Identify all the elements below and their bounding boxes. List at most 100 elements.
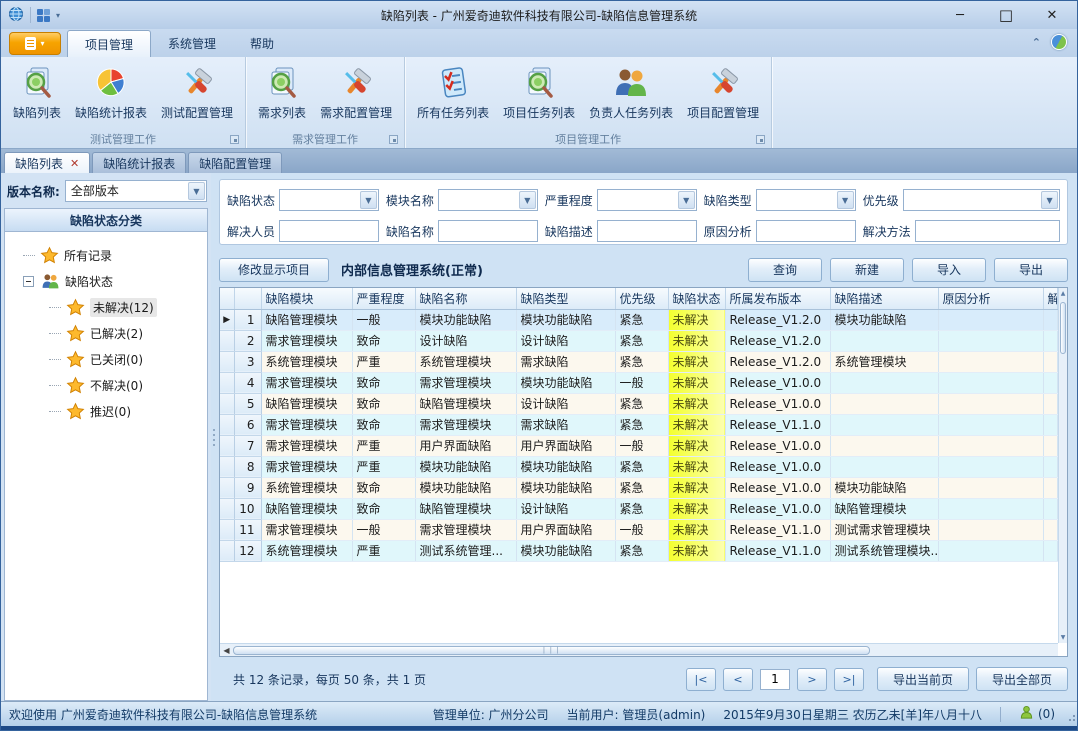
cell-8[interactable] bbox=[938, 351, 1043, 372]
cell-0[interactable]: 系统管理模块 bbox=[261, 351, 352, 372]
cell-5[interactable]: 未解决 bbox=[668, 393, 725, 414]
ribbon-button-project-tasks-list[interactable]: 项目任务列表 bbox=[496, 61, 582, 123]
filter-defect-type-combo[interactable]: ▼ bbox=[756, 189, 856, 211]
modify-display-items-button[interactable]: 修改显示项目 bbox=[219, 258, 329, 282]
ribbon-tab-help[interactable]: 帮助 bbox=[233, 30, 291, 57]
ribbon-button-defect-stats-report[interactable]: 缺陷统计报表 bbox=[68, 61, 154, 123]
cell-2[interactable]: 系统管理模块 bbox=[415, 351, 516, 372]
cell-3[interactable]: 用户界面缺陷 bbox=[516, 435, 615, 456]
cell-3[interactable]: 模块功能缺陷 bbox=[516, 372, 615, 393]
cell-1[interactable]: 一般 bbox=[352, 519, 415, 540]
table-row[interactable]: 6需求管理模块致命需求管理模块需求缺陷紧急未解决Release_V1.1.0 bbox=[220, 414, 1058, 435]
cell-8[interactable] bbox=[938, 540, 1043, 561]
cell-8[interactable] bbox=[938, 309, 1043, 330]
ribbon-button-test-config-mgmt[interactable]: 测试配置管理 bbox=[154, 61, 240, 123]
export-button[interactable]: 导出 bbox=[994, 258, 1068, 282]
cell-4[interactable]: 紧急 bbox=[615, 540, 668, 561]
cell-5[interactable]: 未解决 bbox=[668, 435, 725, 456]
cell-2[interactable]: 缺陷管理模块 bbox=[415, 498, 516, 519]
cell-8[interactable] bbox=[938, 414, 1043, 435]
help-icon[interactable] bbox=[1051, 34, 1067, 50]
cell-5[interactable]: 未解决 bbox=[668, 498, 725, 519]
table-row[interactable]: 5缺陷管理模块致命缺陷管理模块设计缺陷紧急未解决Release_V1.0.0 bbox=[220, 393, 1058, 414]
column-header-8[interactable]: 原因分析 bbox=[938, 288, 1043, 309]
filter-priority-value[interactable] bbox=[904, 190, 1059, 210]
cell-6[interactable]: Release_V1.0.0 bbox=[725, 498, 830, 519]
cell-1[interactable]: 严重 bbox=[352, 351, 415, 372]
cell-2[interactable]: 缺陷管理模块 bbox=[415, 393, 516, 414]
version-combo[interactable]: 全部版本 ▼ bbox=[65, 180, 207, 202]
cell-5[interactable]: 未解决 bbox=[668, 309, 725, 330]
column-header-2[interactable]: 缺陷名称 bbox=[415, 288, 516, 309]
doc-tab-defect-list[interactable]: 缺陷列表✕ bbox=[4, 152, 90, 173]
cell-4[interactable]: 紧急 bbox=[615, 309, 668, 330]
page-prev-button[interactable]: < bbox=[723, 668, 753, 691]
filter-resolver-value[interactable] bbox=[280, 221, 378, 241]
cell-2[interactable]: 测试系统管理... bbox=[415, 540, 516, 561]
cell-6[interactable]: Release_V1.0.0 bbox=[725, 393, 830, 414]
table-row[interactable]: 7需求管理模块严重用户界面缺陷用户界面缺陷一般未解决Release_V1.0.0 bbox=[220, 435, 1058, 456]
cell-0[interactable]: 需求管理模块 bbox=[261, 435, 352, 456]
cell-6[interactable]: Release_V1.0.0 bbox=[725, 372, 830, 393]
tree-item-unresolved[interactable]: 未解决(12) bbox=[5, 294, 207, 320]
cell-7[interactable]: 缺陷管理模块 bbox=[830, 498, 938, 519]
cell-3[interactable]: 设计缺陷 bbox=[516, 498, 615, 519]
collapse-ribbon-icon[interactable]: ⌃ bbox=[1032, 36, 1041, 49]
cell-8[interactable] bbox=[938, 519, 1043, 540]
column-header-9[interactable]: 解决方法 bbox=[1043, 288, 1058, 309]
cell-1[interactable]: 致命 bbox=[352, 393, 415, 414]
cell-3[interactable]: 模块功能缺陷 bbox=[516, 540, 615, 561]
table-row[interactable]: 3系统管理模块严重系统管理模块需求缺陷紧急未解决Release_V1.2.0系统… bbox=[220, 351, 1058, 372]
cell-8[interactable] bbox=[938, 372, 1043, 393]
cell-9[interactable] bbox=[1043, 414, 1058, 435]
column-header-1[interactable]: 严重程度 bbox=[352, 288, 415, 309]
cell-8[interactable] bbox=[938, 393, 1043, 414]
cell-7[interactable] bbox=[830, 372, 938, 393]
query-button[interactable]: 查询 bbox=[748, 258, 822, 282]
cell-0[interactable]: 需求管理模块 bbox=[261, 456, 352, 477]
filter-priority-combo[interactable]: ▼ bbox=[903, 189, 1060, 211]
horizontal-scrollbar[interactable]: ◀ ❘❘❘ bbox=[220, 643, 1058, 656]
cell-6[interactable]: Release_V1.0.0 bbox=[725, 477, 830, 498]
filter-solution-input[interactable] bbox=[915, 220, 1060, 242]
doc-tab-defect-stats-report[interactable]: 缺陷统计报表 bbox=[92, 152, 186, 173]
dialog-launcher-icon[interactable] bbox=[756, 135, 765, 144]
cell-6[interactable]: Release_V1.0.0 bbox=[725, 456, 830, 477]
cell-1[interactable]: 致命 bbox=[352, 372, 415, 393]
chevron-down-icon[interactable]: ▼ bbox=[519, 191, 536, 209]
cell-5[interactable]: 未解决 bbox=[668, 372, 725, 393]
cell-4[interactable]: 紧急 bbox=[615, 330, 668, 351]
tree-item-wont-fix[interactable]: 不解决(0) bbox=[5, 372, 207, 398]
cell-5[interactable]: 未解决 bbox=[668, 351, 725, 372]
ribbon-button-requirement-list[interactable]: 需求列表 bbox=[251, 61, 313, 123]
cell-3[interactable]: 需求缺陷 bbox=[516, 351, 615, 372]
cell-1[interactable]: 一般 bbox=[352, 309, 415, 330]
cell-5[interactable]: 未解决 bbox=[668, 456, 725, 477]
cell-2[interactable]: 需求管理模块 bbox=[415, 372, 516, 393]
table-row[interactable]: 8需求管理模块严重模块功能缺陷模块功能缺陷紧急未解决Release_V1.0.0 bbox=[220, 456, 1058, 477]
tree-item-all-records[interactable]: 所有记录 bbox=[5, 242, 207, 268]
cell-4[interactable]: 紧急 bbox=[615, 456, 668, 477]
dialog-launcher-icon[interactable] bbox=[389, 135, 398, 144]
cell-2[interactable]: 模块功能缺陷 bbox=[415, 309, 516, 330]
cell-9[interactable] bbox=[1043, 351, 1058, 372]
row-selector-cell[interactable]: ▶ bbox=[220, 309, 234, 330]
cell-4[interactable]: 一般 bbox=[615, 519, 668, 540]
cell-5[interactable]: 未解决 bbox=[668, 519, 725, 540]
row-selector-cell[interactable] bbox=[220, 393, 234, 414]
page-last-button[interactable]: >| bbox=[834, 668, 864, 691]
cell-6[interactable]: Release_V1.2.0 bbox=[725, 330, 830, 351]
cell-0[interactable]: 系统管理模块 bbox=[261, 477, 352, 498]
row-selector-cell[interactable] bbox=[220, 498, 234, 519]
row-selector-cell[interactable] bbox=[220, 519, 234, 540]
table-row[interactable]: ▶1缺陷管理模块一般模块功能缺陷模块功能缺陷紧急未解决Release_V1.2.… bbox=[220, 309, 1058, 330]
filter-defect-desc-input[interactable] bbox=[597, 220, 697, 242]
cell-0[interactable]: 系统管理模块 bbox=[261, 540, 352, 561]
cell-1[interactable]: 致命 bbox=[352, 477, 415, 498]
cell-9[interactable] bbox=[1043, 372, 1058, 393]
row-selector-cell[interactable] bbox=[220, 435, 234, 456]
vertical-scroll-thumb[interactable] bbox=[1060, 302, 1066, 354]
cell-1[interactable]: 严重 bbox=[352, 456, 415, 477]
cell-7[interactable] bbox=[830, 435, 938, 456]
cell-3[interactable]: 设计缺陷 bbox=[516, 393, 615, 414]
